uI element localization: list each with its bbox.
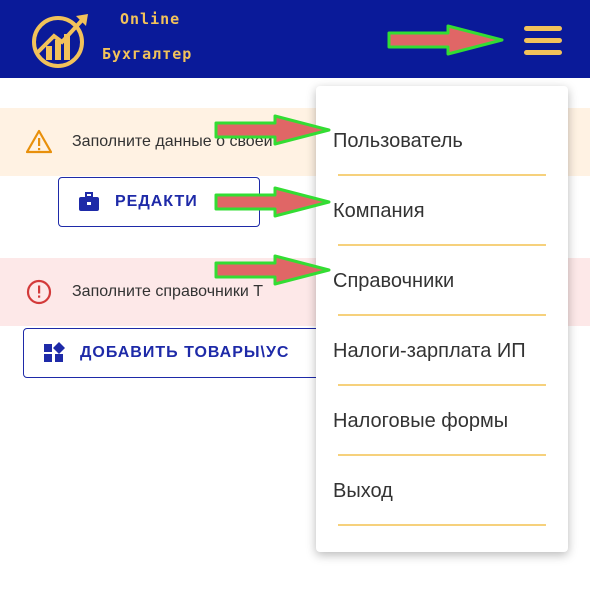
menu-item-tax-forms[interactable]: Налоговые формы [316,376,568,456]
brand-name-line1: Online [120,10,181,28]
annotation-arrow-icon [214,186,331,218]
annotation-arrow-icon [214,114,331,146]
error-circle-icon [26,279,52,305]
widgets-icon [44,342,65,362]
briefcase-icon [79,192,99,211]
brand-name-line2: Бухгалтер [102,45,193,63]
annotation-arrow-icon [214,254,331,286]
warning-triangle-icon [26,129,52,154]
add-goods-services-button-label: ДОБАВИТЬ ТОВАРЫ\УС [80,344,290,361]
rising-chart-logo-icon[interactable] [28,10,100,68]
menu-item-user-label: Пользователь [333,130,463,152]
main-dropdown-menu: Пользователь Компания Справочники Налоги… [316,86,568,552]
edit-company-button-label: РЕДАКТИ [115,193,198,210]
menu-item-directories-label: Справочники [333,270,455,292]
menu-item-company-label: Компания [333,200,425,222]
annotation-arrow-icon [387,24,504,56]
menu-item-taxes-salary-label: Налоги-зарплата ИП [333,340,526,362]
menu-divider [338,524,546,526]
menu-item-user[interactable]: Пользователь [316,96,568,176]
menu-item-company[interactable]: Компания [316,166,568,246]
menu-item-directories[interactable]: Справочники [316,236,568,316]
menu-item-logout[interactable]: Выход [316,446,568,526]
menu-item-tax-forms-label: Налоговые формы [333,410,509,432]
menu-item-taxes-salary[interactable]: Налоги-зарплата ИП [316,306,568,386]
add-goods-services-button[interactable]: ДОБАВИТЬ ТОВАРЫ\УС [23,328,345,378]
hamburger-menu-icon[interactable] [524,24,562,56]
menu-item-logout-label: Выход [333,480,393,502]
